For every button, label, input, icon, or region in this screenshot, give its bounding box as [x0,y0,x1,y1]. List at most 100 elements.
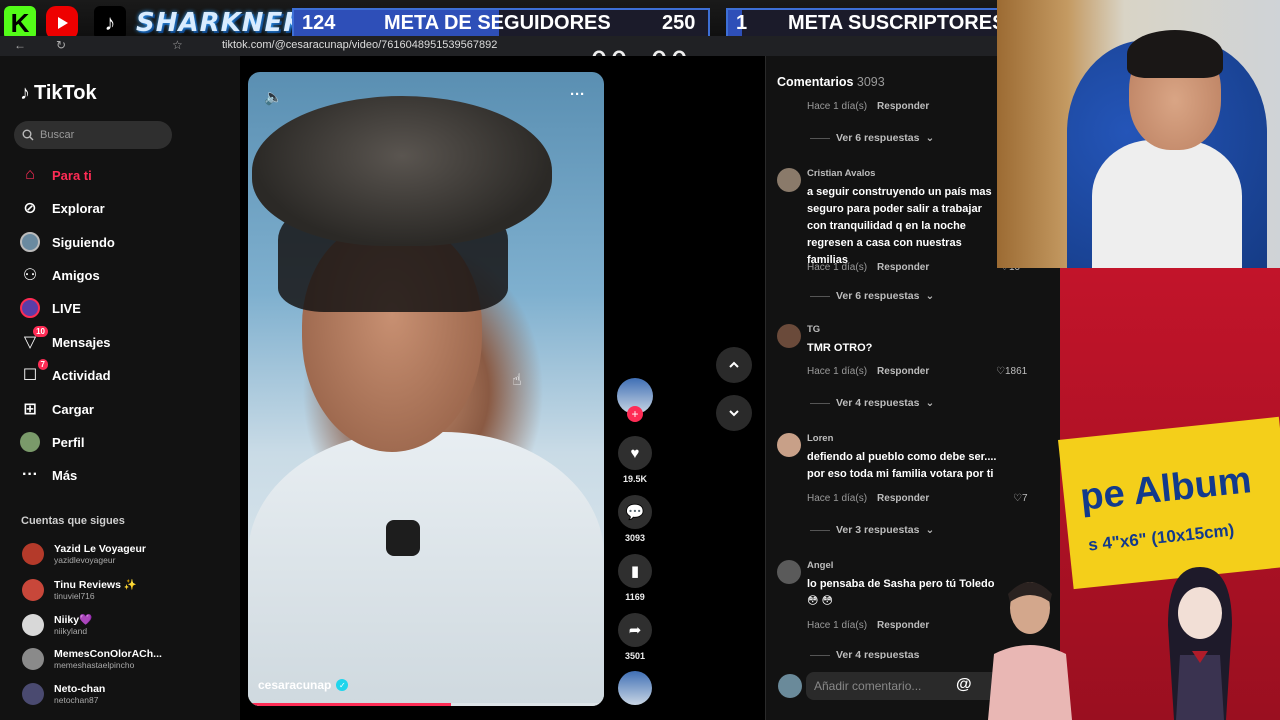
comment-user[interactable]: Angel [807,560,833,571]
messages-icon: ▽ 10 [20,326,48,352]
video-author[interactable]: cesaracunap ✓ [258,678,349,692]
nav-label: Perfil [52,434,85,450]
video-player[interactable]: 🔈 ··· cesaracunap ✓ [248,72,604,706]
verified-icon: ✓ [336,679,349,691]
live-icon [20,298,40,318]
tiktok-note-icon: ♪ [20,82,30,104]
nav-siguiendo[interactable]: Siguiendo [20,230,115,254]
view-replies[interactable]: Ver 4 respuestas ⌄ [810,397,934,409]
address-bar[interactable]: tiktok.com/@cesaracunap/video/7616048951… [222,39,497,51]
following-account[interactable]: Neto-chan netochan87 [22,683,105,705]
nav-mas[interactable]: ··· Más [20,463,77,487]
search-icon [22,129,34,141]
comment-meta: Hace 1 día(s) Responder [807,620,929,631]
subscribers-current: 1 [736,11,748,34]
avatar [22,613,44,636]
bookmark-save-icon: ▮ [618,554,652,588]
chevron-down-icon: ⌄ [925,524,935,536]
nav-para-ti[interactable]: ⌂ Para ti [20,163,92,187]
comment-likes[interactable]: ♡7 [1013,493,1028,504]
nav-cargar[interactable]: ⊞ Cargar [20,397,94,421]
account-handle: tinuviel716 [54,591,95,601]
scroll-down-button[interactable] [716,395,752,431]
view-replies[interactable]: Ver 6 respuestas ⌄ [810,290,934,302]
view-replies[interactable]: Ver 3 respuestas ⌄ [810,524,934,536]
comment-time: Hace 1 día(s) [807,620,868,631]
followers-goal-label: META DE SEGUIDORES [384,11,611,34]
comment-text: defiendo al pueblo como debe ser.... por… [807,451,997,480]
avatar[interactable] [777,324,801,348]
avatar[interactable] [777,560,801,584]
nav-actividad[interactable]: ☐ 7 Actividad [20,359,111,387]
more-icon: ··· [22,466,38,483]
avatar[interactable] [777,168,801,192]
comment-count: 3093 [624,533,646,543]
avatar [22,543,44,565]
anime-character [1168,567,1232,720]
nav-mensajes[interactable]: ▽ 10 Mensajes [20,326,111,354]
comment-icon: 💬 [618,495,652,529]
following-avatar-icon [20,232,40,252]
account-handle: memeshastaelpincho [54,660,135,670]
chevron-down-icon: ⌄ [925,397,935,409]
comment-likes[interactable]: ♡1861 [996,366,1027,377]
replies-label: Ver 4 respuestas [836,651,920,659]
nav-perfil[interactable]: Perfil [20,430,85,454]
heart-icon: ♥ [618,436,652,470]
comment-user[interactable]: Loren [807,433,833,444]
save-count: 1169 [625,592,645,602]
reload-icon[interactable]: ↻ [56,38,66,52]
save-button[interactable]: ▮ 1169 [616,554,654,602]
bookmark-icon[interactable]: ☆ [172,38,183,52]
tiktok-logo-icon: ♪ [94,6,126,40]
comment-meta: Hace 1 día(s) Responder [807,366,929,377]
view-replies[interactable]: Ver 4 respuestas [810,651,919,659]
like-button[interactable]: ♥ 19.5K [616,436,654,484]
follow-plus-icon[interactable]: + [627,406,643,422]
video-more-icon[interactable]: ··· [570,86,585,103]
reply-button[interactable]: Responder [877,262,929,273]
comment-button[interactable]: 💬 3093 [616,495,654,543]
reply-button[interactable]: Responder [877,101,929,112]
back-icon[interactable]: ← [14,38,26,52]
mention-icon[interactable]: @ [956,676,972,694]
view-replies[interactable]: Ver 6 respuestas ⌄ [810,132,934,144]
nav-label: Actividad [52,367,111,383]
comments-header: Comentarios 3093 [777,75,885,89]
comment-user[interactable]: TG [807,324,820,335]
chevron-down-icon: ⌄ [925,290,935,302]
author-avatar-button[interactable]: + [616,378,654,422]
profile-icon [20,432,40,452]
upload-icon: ⊞ [23,401,37,418]
comment-user[interactable]: Cristian Avalos [807,168,875,179]
video-progress-bar[interactable] [248,703,604,706]
volume-icon[interactable]: 🔈 [264,88,283,106]
following-title: Cuentas que sigues [21,515,125,527]
following-account[interactable]: Yazid Le Voyageur yazidlevoyageur [22,543,146,565]
avatar [22,683,44,705]
share-button[interactable]: ➦ 3501 [616,613,654,661]
reply-button[interactable]: Responder [877,493,929,504]
account-name: Neto-chan [54,683,106,695]
comment-time: Hace 1 día(s) [807,493,868,504]
nav-explorar[interactable]: ⊘ Explorar [20,196,105,220]
nav-live[interactable]: LIVE [20,296,81,320]
following-account[interactable]: Niiky💜 niikyland [22,613,92,636]
sound-avatar-button[interactable] [616,671,654,705]
following-account[interactable]: Tinu Reviews ✨ tinuviel716 [22,578,137,601]
scroll-up-button[interactable] [716,347,752,383]
replies-label: Ver 4 respuestas [836,397,920,409]
comment-text: TMR OTRO? [807,342,873,354]
nav-amigos[interactable]: ⚇ Amigos [20,263,100,287]
nav-label: Explorar [52,200,105,216]
tiktok-wordmark: TikTok [34,82,97,104]
avatar[interactable] [777,433,801,457]
tiktok-home-logo[interactable]: ♪ TikTok [20,82,97,105]
search-input[interactable]: Buscar [14,121,172,149]
comment-time: Hace 1 día(s) [807,101,868,112]
webcam-hair-shape [1127,30,1223,78]
search-placeholder: Buscar [40,129,75,141]
reply-button[interactable]: Responder [877,366,929,377]
reply-button[interactable]: Responder [877,620,929,631]
following-account[interactable]: MemesConOlorACh... memeshastaelpincho [22,648,162,670]
